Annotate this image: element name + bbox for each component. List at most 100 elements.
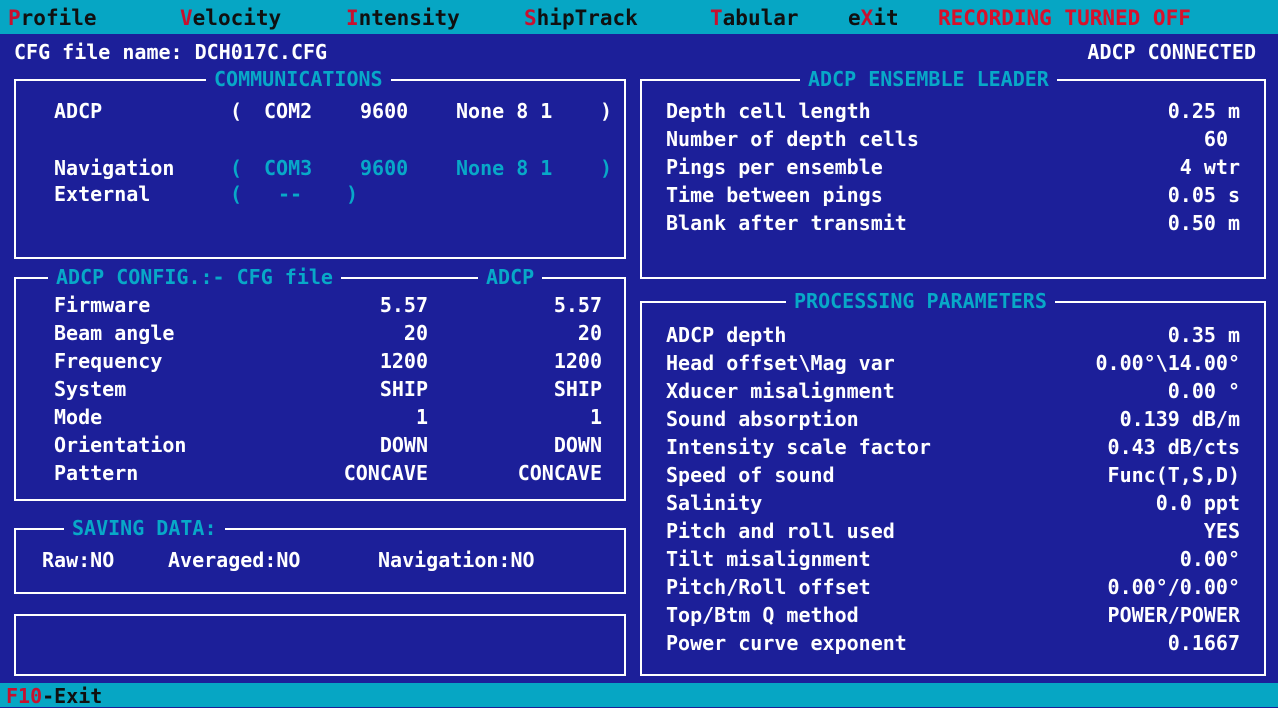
config-label: Mode <box>54 405 103 429</box>
adcp-comm-open: ( <box>230 99 243 123</box>
saving-raw: Raw:NO <box>42 548 115 572</box>
config-adcp-value: 5.57 <box>553 293 602 317</box>
adcp-comm-baud: 9600 <box>360 99 409 123</box>
processing-label: Tilt misalignment <box>666 547 871 571</box>
menu-hotkey: P <box>8 6 21 30</box>
ensemble-value: 60 <box>1203 127 1228 151</box>
menu-hotkey: I <box>346 6 359 30</box>
processing-value: 0.00° <box>1179 547 1240 571</box>
processing-value: Func(T,S,D) <box>1107 463 1240 487</box>
ensemble-label: Time between pings <box>666 183 883 207</box>
navigation-comm-open: ( <box>230 156 243 180</box>
config-cfg-value: CONCAVE <box>343 461 428 485</box>
processing-label: Pitch/Roll offset <box>666 575 871 599</box>
processing-label: Head offset\Mag var <box>666 351 895 375</box>
config-cfg-value: 1 <box>415 405 428 429</box>
menu-intensity[interactable]: Intensity <box>346 6 460 30</box>
menu-exit[interactable]: eXit <box>848 6 899 30</box>
menu-profile[interactable]: Profile <box>8 6 97 30</box>
saving-data-title: SAVING DATA: <box>64 517 225 539</box>
menu-hotkey: X <box>860 6 874 30</box>
ensemble-leader-panel: ADCP ENSEMBLE LEADER Depth cell length 0… <box>640 68 1266 279</box>
menu-velocity[interactable]: Velocity <box>180 6 281 30</box>
ensemble-value: 4 wtr <box>1179 155 1240 179</box>
config-label: Pattern <box>54 461 139 485</box>
processing-label: Xducer misalignment <box>666 379 895 403</box>
ensemble-label: Pings per ensemble <box>666 155 883 179</box>
adcp-config-panel: ADCP CONFIG.:- CFG file ADCP Firmware 5.… <box>14 266 626 501</box>
recording-status: RECORDING TURNED OFF <box>938 6 1191 30</box>
message-panel <box>14 614 626 676</box>
adcp-config-title: ADCP CONFIG.:- CFG file <box>48 266 341 288</box>
menu-tabular[interactable]: Tabular <box>710 6 799 30</box>
config-adcp-value: 1200 <box>553 349 602 373</box>
status-bar: F10-Exit <box>0 683 1278 708</box>
menu-label: rofile <box>20 6 97 30</box>
processing-label: Intensity scale factor <box>666 435 931 459</box>
menu-shiptrack[interactable]: ShipTrack <box>524 6 638 30</box>
exit-hotkey: F10 <box>6 684 43 708</box>
config-adcp-value: 1 <box>589 405 602 429</box>
exit-label: -Exit <box>42 684 103 708</box>
ensemble-value: 0.25 m <box>1167 99 1240 123</box>
ensemble-label: Depth cell length <box>666 99 871 123</box>
processing-value: 0.139 dB/m <box>1119 407 1240 431</box>
adcp-config-title-adcp: ADCP <box>478 266 543 288</box>
cfg-file-line: CFG file name: DCH017C.CFG <box>14 40 327 64</box>
config-label: Frequency <box>54 349 163 373</box>
ensemble-value: 0.05 s <box>1167 183 1240 207</box>
ensemble-label: Number of depth cells <box>666 127 919 151</box>
cfg-label: CFG file name: <box>14 40 183 64</box>
cfg-file-name: DCH017C.CFG <box>194 40 328 64</box>
config-label: Orientation <box>54 433 187 457</box>
menu-hotkey: V <box>180 6 193 30</box>
navigation-comm-baud: 9600 <box>360 156 409 180</box>
processing-label: Speed of sound <box>666 463 835 487</box>
menu-label: it <box>873 6 899 30</box>
processing-value: POWER/POWER <box>1107 603 1240 627</box>
processing-value: 0.0 ppt <box>1155 491 1240 515</box>
config-label: Firmware <box>54 293 151 317</box>
saving-averaged: Averaged:NO <box>168 548 301 572</box>
processing-value: 0.35 m <box>1167 323 1240 347</box>
processing-label: Top/Btm Q method <box>666 603 859 627</box>
processing-value: 0.43 dB/cts <box>1107 435 1240 459</box>
processing-value: 0.00 ° <box>1167 379 1240 403</box>
connection-status: ADCP CONNECTED <box>1087 40 1256 64</box>
adcp-comm-port: COM2 <box>264 99 313 123</box>
external-comm-close: ) <box>346 182 359 206</box>
menu-label: elocity <box>192 6 282 30</box>
processing-value: YES <box>1203 519 1240 543</box>
menu-label: ntensity <box>358 6 460 30</box>
external-comm-label: External <box>54 182 151 206</box>
navigation-comm-close: ) <box>600 156 613 180</box>
external-comm-port: -- <box>278 182 303 206</box>
external-comm-open: ( <box>230 182 243 206</box>
navigation-comm-params: None 8 1 <box>456 156 553 180</box>
processing-label: Pitch and roll used <box>666 519 895 543</box>
menu-bar: Profile Velocity Intensity ShipTrack Tab… <box>0 0 1278 34</box>
navigation-comm-port: COM3 <box>264 156 313 180</box>
config-cfg-value: SHIP <box>379 377 428 401</box>
config-cfg-value: 5.57 <box>379 293 428 317</box>
processing-label: ADCP depth <box>666 323 787 347</box>
processing-parameters-title: PROCESSING PARAMETERS <box>786 290 1055 312</box>
menu-label: e <box>848 6 861 30</box>
adcp-comm-close: ) <box>600 99 613 123</box>
menu-label: hipTrack <box>536 6 638 30</box>
processing-value: 0.00°\14.00° <box>1095 351 1241 375</box>
processing-label: Salinity <box>666 491 763 515</box>
ensemble-value: 0.50 m <box>1167 211 1240 235</box>
config-label: Beam angle <box>54 321 175 345</box>
adcp-comm-label: ADCP <box>54 99 103 123</box>
ensemble-leader-title: ADCP ENSEMBLE LEADER <box>800 68 1057 90</box>
config-adcp-value: CONCAVE <box>517 461 602 485</box>
communications-panel: COMMUNICATIONS ADCP ( COM2 9600 None 8 1… <box>14 68 626 259</box>
exit-shortcut[interactable]: F10-Exit <box>6 684 102 708</box>
saving-data-panel: SAVING DATA: Raw:NO Averaged:NO Navigati… <box>14 517 626 594</box>
processing-value: 0.00°/0.00° <box>1107 575 1240 599</box>
communications-title: COMMUNICATIONS <box>206 68 391 90</box>
processing-parameters-panel: PROCESSING PARAMETERS ADCP depth 0.35 m … <box>640 290 1266 676</box>
processing-value: 0.1667 <box>1167 631 1240 655</box>
processing-label: Power curve exponent <box>666 631 907 655</box>
